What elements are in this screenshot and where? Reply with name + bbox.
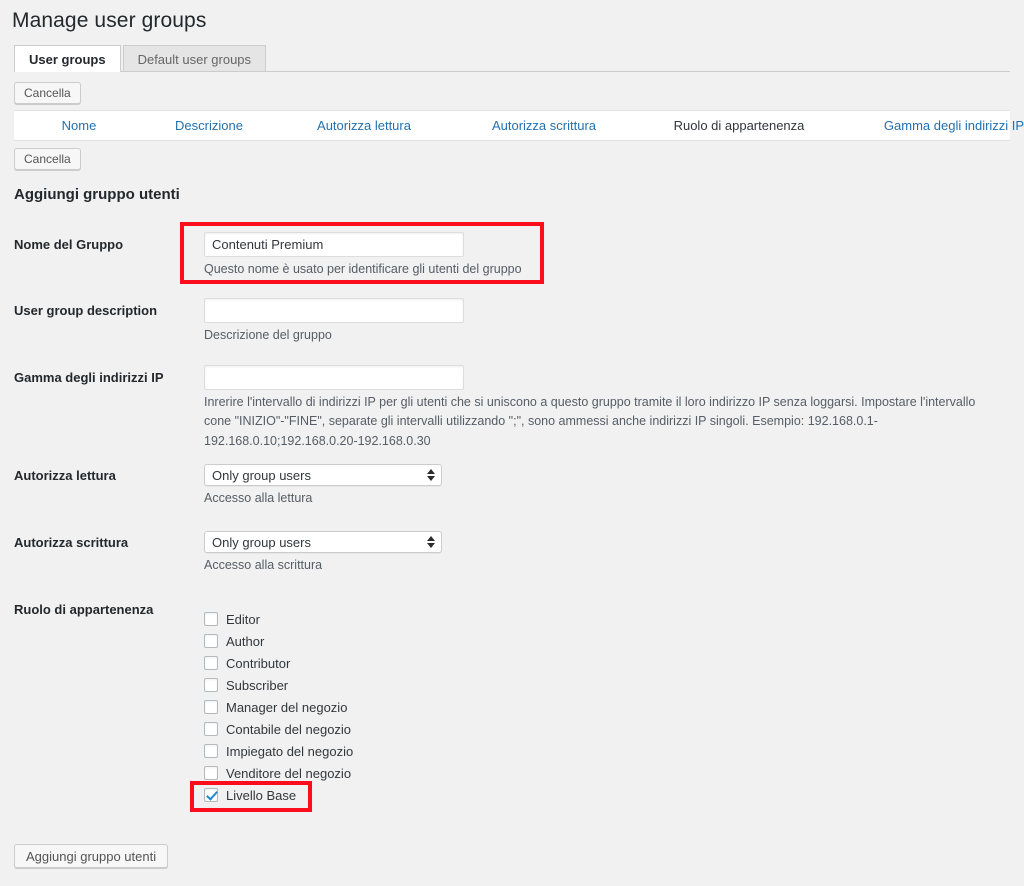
field-ip-range: Inrerire l'intervallo di indirizzi IP pe…: [204, 365, 994, 451]
role-label-impiegato-negozio: Impiegato del negozio: [226, 743, 354, 759]
label-write-permission: Autorizza scrittura: [14, 535, 129, 550]
role-label-editor: Editor: [226, 611, 260, 627]
column-header-gamma-ip-link[interactable]: Gamma degli indirizzi IP: [884, 118, 1024, 133]
user-groups-table: Nome Descrizione Autorizza lettura Autor…: [14, 110, 1024, 141]
column-header-ruolo-label: Ruolo di appartenenza: [673, 118, 805, 133]
column-header-descrizione[interactable]: Descrizione: [144, 118, 274, 133]
write-permission-select-value[interactable]: Only group users: [204, 531, 442, 553]
label-read-permission: Autorizza lettura: [14, 468, 116, 483]
checkbox-contributor[interactable]: [204, 656, 218, 670]
checkbox-manager-negozio[interactable]: [204, 700, 218, 714]
role-label-subscriber: Subscriber: [226, 677, 289, 693]
role-row-livello-base[interactable]: Livello Base: [204, 784, 353, 806]
checkbox-livello-base[interactable]: [204, 788, 218, 802]
write-permission-select[interactable]: Only group users: [204, 531, 442, 553]
checkbox-subscriber[interactable]: [204, 678, 218, 692]
field-group-description: Descrizione del gruppo: [204, 298, 604, 345]
field-group-name: Questo nome è usato per identificare gli…: [204, 232, 604, 279]
field-write-permission: Only group users Accesso alla scrittura: [204, 531, 604, 575]
role-row-subscriber[interactable]: Subscriber: [204, 674, 353, 696]
column-header-gamma-ip[interactable]: Gamma degli indirizzi IP: [844, 118, 1024, 133]
group-description-input[interactable]: [204, 298, 464, 323]
tab-bar: User groups Default user groups: [14, 45, 267, 72]
column-header-autorizza-scrittura[interactable]: Autorizza scrittura: [454, 118, 634, 133]
role-label-manager-negozio: Manager del negozio: [226, 699, 348, 715]
read-permission-select-value[interactable]: Only group users: [204, 464, 442, 486]
checkbox-author[interactable]: [204, 634, 218, 648]
role-row-contabile-negozio[interactable]: Contabile del negozio: [204, 718, 353, 740]
field-read-permission: Only group users Accesso alla lettura: [204, 464, 604, 508]
roles-checkbox-list: Editor Author Contributor Subscriber Man…: [204, 608, 353, 806]
table-header-row: Nome Descrizione Autorizza lettura Autor…: [14, 111, 1024, 140]
delete-button-bottom[interactable]: Cancella: [14, 148, 81, 170]
tab-user-groups[interactable]: User groups: [14, 45, 121, 72]
tab-active-underlap: [15, 71, 115, 72]
role-row-author[interactable]: Author: [204, 630, 353, 652]
role-row-impiegato-negozio[interactable]: Impiegato del negozio: [204, 740, 353, 762]
role-label-venditore-negozio: Venditore del negozio: [226, 765, 352, 781]
tab-default-user-groups-label: Default user groups: [137, 51, 252, 67]
role-label-contabile-negozio: Contabile del negozio: [226, 721, 352, 737]
role-row-manager-negozio[interactable]: Manager del negozio: [204, 696, 353, 718]
column-header-nome[interactable]: Nome: [14, 118, 144, 133]
hint-ip-range: Inrerire l'intervallo di indirizzi IP pe…: [204, 395, 976, 448]
column-header-nome-link[interactable]: Nome: [62, 118, 97, 133]
column-header-autorizza-scrittura-link[interactable]: Autorizza scrittura: [492, 118, 596, 133]
label-group-description: User group description: [14, 303, 158, 318]
column-header-autorizza-lettura-link[interactable]: Autorizza lettura: [317, 118, 411, 133]
read-permission-select[interactable]: Only group users: [204, 464, 442, 486]
role-row-venditore-negozio[interactable]: Venditore del negozio: [204, 762, 353, 784]
column-header-autorizza-lettura[interactable]: Autorizza lettura: [274, 118, 454, 133]
checkbox-editor[interactable]: [204, 612, 218, 626]
delete-button-top[interactable]: Cancella: [14, 82, 81, 104]
page-title: Manage user groups: [12, 9, 207, 32]
ip-range-input[interactable]: [204, 365, 464, 390]
add-user-group-heading: Aggiungi gruppo utenti: [14, 186, 180, 203]
checkbox-contabile-negozio[interactable]: [204, 722, 218, 736]
hint-write-permission: Accesso alla scrittura: [204, 558, 323, 572]
hint-read-permission: Accesso alla lettura: [204, 491, 313, 505]
role-label-author: Author: [226, 633, 265, 649]
tab-default-user-groups[interactable]: Default user groups: [122, 45, 267, 72]
role-row-contributor[interactable]: Contributor: [204, 652, 353, 674]
column-header-ruolo: Ruolo di appartenenza: [634, 118, 844, 133]
label-ip-range: Gamma degli indirizzi IP: [14, 370, 164, 385]
group-name-input[interactable]: [204, 232, 464, 257]
label-roles: Ruolo di appartenenza: [14, 602, 154, 617]
role-label-livello-base: Livello Base: [226, 787, 297, 803]
hint-group-description: Descrizione del gruppo: [204, 328, 332, 342]
label-group-name: Nome del Gruppo: [14, 237, 124, 252]
checkbox-venditore-negozio[interactable]: [204, 766, 218, 780]
add-user-group-button[interactable]: Aggiungi gruppo utenti: [14, 844, 169, 868]
role-row-editor[interactable]: Editor: [204, 608, 353, 630]
tab-bar-divider: [14, 71, 1010, 72]
tab-user-groups-label: User groups: [29, 51, 106, 67]
column-header-descrizione-link[interactable]: Descrizione: [175, 118, 243, 133]
checkbox-impiegato-negozio[interactable]: [204, 744, 218, 758]
role-label-contributor: Contributor: [226, 655, 291, 671]
hint-group-name: Questo nome è usato per identificare gli…: [204, 262, 522, 276]
